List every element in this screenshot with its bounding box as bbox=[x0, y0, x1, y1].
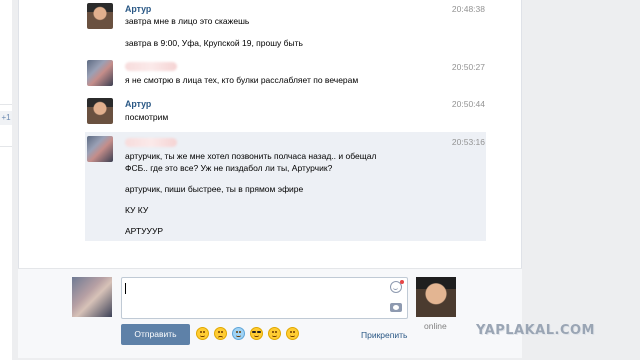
divider bbox=[0, 146, 12, 147]
online-status: online bbox=[424, 321, 447, 331]
peer-avatar[interactable] bbox=[416, 277, 456, 317]
message-text: артурчик, ты же мне хотел позвонить полч… bbox=[125, 151, 377, 161]
site-watermark: YAPLAKAL.COM bbox=[476, 323, 595, 338]
grin-emoji-icon[interactable] bbox=[196, 327, 209, 340]
my-avatar[interactable] bbox=[72, 277, 112, 317]
send-button[interactable]: Отправить bbox=[121, 324, 190, 345]
author-name[interactable]: Артур bbox=[125, 99, 151, 109]
counter-badge[interactable]: +1 bbox=[0, 111, 12, 125]
divider bbox=[0, 104, 12, 105]
text-caret bbox=[125, 283, 126, 294]
avatar-artur[interactable] bbox=[87, 3, 113, 29]
message-text: завтра мне в лицо это скажешь bbox=[125, 16, 250, 26]
avatar-interlocutor[interactable] bbox=[87, 60, 113, 86]
message-text: артурчик, пиши быстрее, ты в прямом эфир… bbox=[125, 184, 304, 194]
avatar-interlocutor[interactable] bbox=[87, 136, 113, 162]
cool-emoji-icon[interactable] bbox=[250, 327, 263, 340]
message-text: АРТУУУР bbox=[125, 226, 164, 236]
message-time[interactable]: 20:53:16 bbox=[452, 137, 485, 147]
message-text: завтра в 9:00, Уфа, Крупской 19, прошу б… bbox=[125, 38, 303, 48]
message-input[interactable] bbox=[121, 277, 408, 319]
attach-link[interactable]: Прикрепить bbox=[361, 330, 407, 340]
message-time[interactable]: 20:48:38 bbox=[452, 4, 485, 14]
author-name[interactable]: Артур bbox=[125, 4, 151, 14]
message-text: посмотрим bbox=[125, 112, 169, 122]
message-time[interactable]: 20:50:44 bbox=[452, 99, 485, 109]
avatar-artur[interactable] bbox=[87, 98, 113, 124]
blurred-author-name bbox=[125, 138, 177, 147]
notification-dot-icon bbox=[400, 280, 404, 284]
blush-emoji-icon[interactable] bbox=[286, 327, 299, 340]
message-text: КУ КУ bbox=[125, 205, 149, 215]
sweat-emoji-icon[interactable] bbox=[214, 327, 227, 340]
message-time[interactable]: 20:50:27 bbox=[452, 62, 485, 72]
left-sidebar-strip: +1 bbox=[0, 0, 12, 360]
blurred-author-name bbox=[125, 62, 177, 71]
smile-emoji-icon[interactable] bbox=[268, 327, 281, 340]
message-text: я не смотрю в лица тех, кто булки рассла… bbox=[125, 75, 359, 85]
camera-icon[interactable] bbox=[390, 303, 402, 312]
message-text: ФСБ.. где это все? Уж не пиздабол ли ты,… bbox=[125, 163, 333, 173]
teary-emoji-icon[interactable] bbox=[232, 327, 245, 340]
